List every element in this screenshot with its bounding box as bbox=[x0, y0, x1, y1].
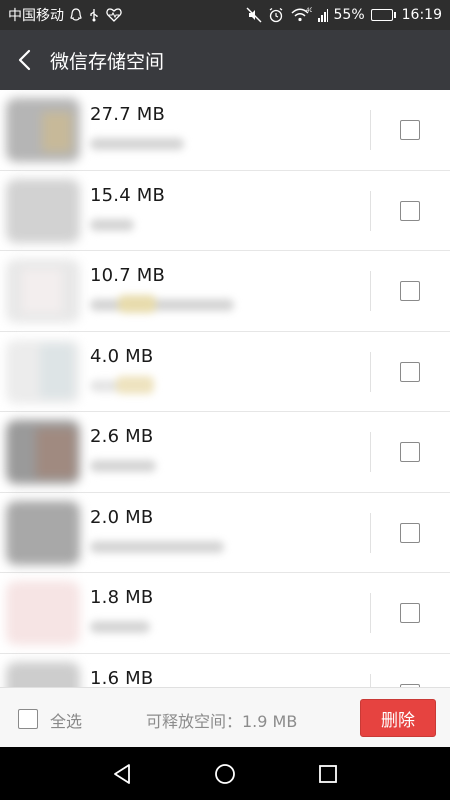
divider bbox=[370, 190, 371, 231]
carrier-label: 中国移动 bbox=[8, 8, 64, 24]
item-checkbox[interactable] bbox=[400, 361, 420, 382]
signal-type-label: 4G bbox=[306, 8, 312, 14]
circle-home-icon bbox=[215, 763, 235, 784]
item-name-blurred bbox=[90, 218, 134, 231]
divider bbox=[370, 673, 371, 687]
list-item[interactable]: 10.7 MB bbox=[0, 251, 450, 332]
item-checkbox[interactable] bbox=[400, 522, 420, 543]
square-recents-icon bbox=[319, 764, 338, 783]
page-title: 微信存储空间 bbox=[50, 50, 165, 73]
divider bbox=[370, 271, 371, 311]
select-all-checkbox[interactable] bbox=[18, 709, 38, 729]
status-left: 中国移动 bbox=[8, 5, 122, 25]
list-item[interactable]: 4.0 MB bbox=[0, 332, 450, 412]
item-checkbox[interactable] bbox=[400, 442, 420, 462]
item-name-blurred bbox=[90, 375, 154, 394]
item-name-blurred bbox=[90, 138, 184, 150]
nav-back-button[interactable] bbox=[102, 754, 142, 794]
divider bbox=[370, 432, 371, 472]
chat-thumbnail bbox=[6, 581, 80, 645]
item-size: 27.7 MB bbox=[90, 104, 166, 125]
delete-button[interactable]: 删除 bbox=[360, 699, 436, 737]
qq-icon bbox=[70, 8, 82, 22]
item-size: 10.7 MB bbox=[90, 265, 166, 286]
item-size: 4.0 MB bbox=[90, 345, 154, 367]
clock: 16:19 bbox=[401, 7, 442, 23]
select-all-label[interactable]: 全选 bbox=[50, 708, 82, 732]
divider bbox=[370, 512, 371, 553]
nav-home-button[interactable] bbox=[205, 754, 245, 794]
chat-thumbnail bbox=[6, 178, 80, 243]
chat-thumbnail bbox=[6, 259, 80, 323]
back-button[interactable] bbox=[0, 30, 48, 90]
item-name-blurred bbox=[90, 621, 150, 633]
item-name-blurred bbox=[90, 460, 156, 472]
list-item[interactable]: 1.8 MB bbox=[0, 573, 450, 654]
divider bbox=[370, 110, 371, 150]
app-header: 微信存储空间 bbox=[0, 30, 450, 90]
freeable-space-text: 可释放空间：1.9 MB bbox=[146, 712, 298, 731]
divider bbox=[370, 351, 371, 392]
wifi-icon: 4G bbox=[290, 7, 312, 23]
item-name-blurred bbox=[90, 540, 224, 553]
cellular-signal-icon bbox=[317, 8, 328, 22]
action-bar: 全选 可释放空间：1.9 MB 删除 bbox=[0, 687, 450, 747]
system-nav-bar bbox=[0, 747, 450, 800]
divider bbox=[370, 593, 371, 633]
item-size: 1.8 MB bbox=[90, 587, 154, 608]
chat-thumbnail bbox=[6, 500, 80, 565]
item-checkbox[interactable] bbox=[400, 281, 420, 301]
chevron-left-icon bbox=[18, 49, 31, 71]
status-bar: 中国移动 4G 55% 16:19 bbox=[0, 0, 450, 30]
chat-thumbnail bbox=[6, 339, 80, 404]
usb-icon bbox=[88, 8, 100, 22]
triangle-back-icon bbox=[113, 763, 130, 784]
heart-monitor-icon bbox=[106, 8, 122, 22]
item-name-blurred bbox=[90, 295, 234, 313]
alarm-icon bbox=[268, 7, 284, 23]
mute-icon bbox=[246, 7, 262, 23]
item-size: 2.0 MB bbox=[90, 506, 154, 528]
chat-thumbnail bbox=[6, 661, 80, 687]
battery-percent: 55% bbox=[333, 7, 365, 23]
list-item[interactable]: 2.6 MB bbox=[0, 412, 450, 493]
chat-thumbnail bbox=[6, 98, 80, 162]
status-right: 4G 55% 16:19 bbox=[246, 7, 442, 23]
item-size: 15.4 MB bbox=[90, 184, 166, 206]
item-size: 2.6 MB bbox=[90, 426, 154, 447]
item-checkbox[interactable] bbox=[400, 200, 420, 221]
list-item[interactable]: 27.7 MB bbox=[0, 90, 450, 171]
list-item[interactable]: 1.6 MB bbox=[0, 654, 450, 688]
item-checkbox[interactable] bbox=[400, 603, 420, 623]
storage-list[interactable]: 27.7 MB 15.4 MB 10.7 MB 4.0 MB 2.6 MB 2.… bbox=[0, 90, 450, 687]
battery-icon bbox=[370, 9, 396, 21]
item-checkbox[interactable] bbox=[400, 120, 420, 140]
list-item[interactable]: 2.0 MB bbox=[0, 493, 450, 573]
list-item[interactable]: 15.4 MB bbox=[0, 171, 450, 251]
nav-recents-button[interactable] bbox=[308, 754, 348, 794]
item-size: 1.6 MB bbox=[90, 667, 154, 688]
chat-thumbnail bbox=[6, 420, 80, 484]
